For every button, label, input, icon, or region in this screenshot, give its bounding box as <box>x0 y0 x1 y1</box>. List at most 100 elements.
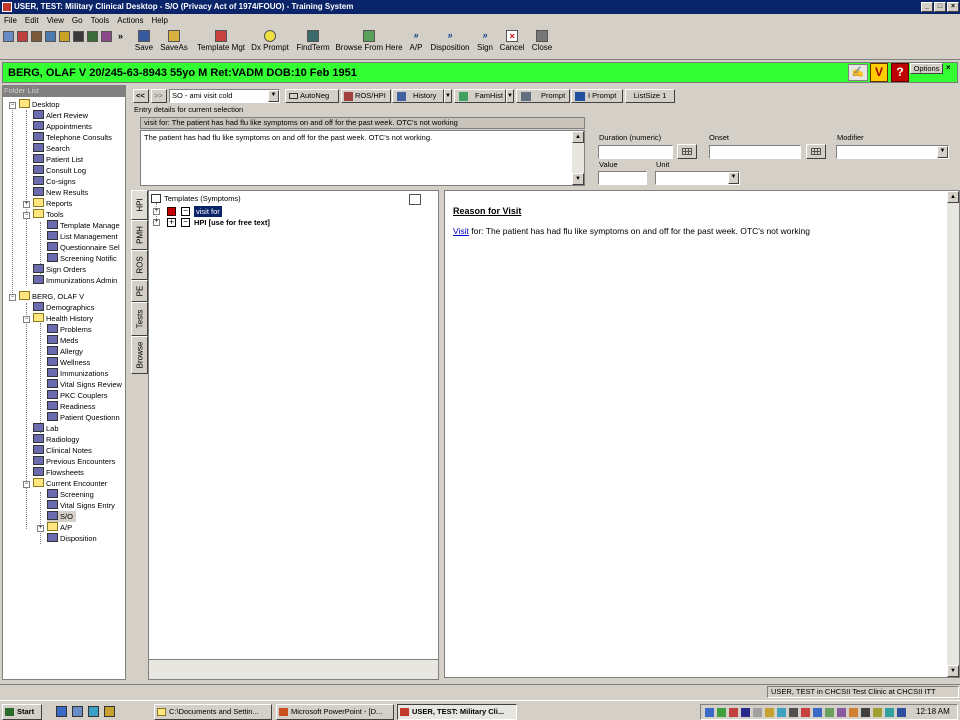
menu-tools[interactable]: Tools <box>87 14 114 28</box>
chevron-more-icon[interactable]: » <box>118 31 123 41</box>
template-item-hpi[interactable]: HPI [use for free text] <box>194 217 270 228</box>
app-icon[interactable] <box>2 2 12 12</box>
template-mgt-button[interactable]: Template Mgt <box>195 30 247 58</box>
start-button[interactable]: Start <box>2 704 42 720</box>
tree-item-search[interactable]: Search <box>33 143 70 154</box>
maximize-button[interactable]: □ <box>934 2 946 12</box>
negative-finding-icon[interactable]: − <box>181 207 190 216</box>
menu-view[interactable]: View <box>43 14 68 28</box>
disposition-button[interactable]: » Disposition <box>430 30 470 58</box>
entry-scrollbar[interactable]: ▲ ▼ <box>572 131 584 185</box>
tree-item-vital-signs-entry[interactable]: Vital Signs Entry <box>47 500 115 511</box>
modifier-select[interactable]: ▼ <box>836 145 949 159</box>
tree-item-questionnaire[interactable]: Questionnaire Sel <box>47 242 120 253</box>
wifi-icon[interactable] <box>885 708 894 717</box>
media-icon[interactable] <box>104 706 115 717</box>
dx-prompt-button[interactable]: Dx Prompt <box>250 30 290 58</box>
tree-item-readiness[interactable]: Readiness <box>47 401 95 412</box>
minimize-button[interactable]: _ <box>921 2 933 12</box>
menu-go[interactable]: Go <box>68 14 87 28</box>
messenger-icon[interactable] <box>837 708 846 717</box>
value-input[interactable] <box>598 171 647 185</box>
tab-ros[interactable]: ROS <box>131 250 148 280</box>
security-icon[interactable] <box>717 708 726 717</box>
tree-item-consult-log[interactable]: Consult Log <box>33 165 86 176</box>
tree-item-problems[interactable]: Problems <box>47 324 92 335</box>
tree-item-appointments[interactable]: Appointments <box>33 121 92 132</box>
menu-edit[interactable]: Edit <box>21 14 43 28</box>
desktop-icon[interactable] <box>3 31 14 42</box>
shield-icon[interactable] <box>741 708 750 717</box>
alert-icon[interactable] <box>17 31 28 42</box>
back-button[interactable]: << <box>133 89 149 103</box>
tree-item-disposition[interactable]: Disposition <box>47 533 97 544</box>
tree-item-allergy[interactable]: Allergy <box>47 346 83 357</box>
browse-from-here-button[interactable]: Browse From Here <box>335 30 403 58</box>
onset-input[interactable] <box>709 145 801 159</box>
chevron-down-icon[interactable]: ▼ <box>728 172 739 184</box>
antivirus-icon[interactable] <box>801 708 810 717</box>
camera-icon[interactable] <box>73 31 84 42</box>
tree-item-current-encounter[interactable]: Current Encounter <box>33 478 107 489</box>
tab-browse[interactable]: Browse <box>131 336 148 374</box>
volume-icon[interactable] <box>765 708 774 717</box>
print-icon[interactable] <box>101 31 112 42</box>
save-button[interactable]: Save <box>133 30 155 58</box>
tree-item-ap[interactable]: A/P <box>47 522 72 533</box>
tree-item-meds[interactable]: Meds <box>47 335 78 346</box>
scroll-up-arrow[interactable]: ▲ <box>947 191 959 203</box>
tree-item-lab[interactable]: Lab <box>33 423 59 434</box>
positive-finding-icon[interactable] <box>167 207 176 216</box>
tree-item-health-history[interactable]: Health History <box>33 313 93 324</box>
clock[interactable]: 12:18 AM <box>916 707 950 716</box>
ap-expand-toggle[interactable]: + <box>37 525 44 532</box>
visit-for-expand-toggle[interactable]: + <box>153 208 160 215</box>
reports-expand-toggle[interactable]: + <box>23 201 30 208</box>
tree-item-immunizations-admin[interactable]: Immunizations Admin <box>33 275 117 286</box>
ros-hpi-button[interactable]: ROS/HPI <box>341 89 391 103</box>
note-scrollbar[interactable]: ▲ ▼ <box>947 191 959 677</box>
tree-item-patient-questionnaire[interactable]: Patient Questionn <box>47 412 120 423</box>
autoneg-button[interactable]: AutoNeg <box>285 89 339 103</box>
task-powerpoint[interactable]: Microsoft PowerPoint - [D... <box>276 704 394 720</box>
tree-item-telephone-consults[interactable]: Telephone Consults <box>33 132 112 143</box>
visit-link[interactable]: Visit <box>453 226 469 236</box>
task-explorer[interactable]: C:\Documents and Settin... <box>154 704 272 720</box>
tree-item-pkc-couplers[interactable]: PKC Couplers <box>47 390 108 401</box>
sign-button[interactable]: » Sign <box>476 30 494 58</box>
printer-icon[interactable] <box>753 708 762 717</box>
desktop-collapse-toggle[interactable]: − <box>9 102 16 109</box>
language-icon[interactable] <box>813 708 822 717</box>
tree-item-screening-notific[interactable]: Screening Notific <box>47 253 117 264</box>
help-question-icon[interactable]: ? <box>891 63 909 82</box>
tree-item-patient[interactable]: BERG, OLAF V <box>19 291 84 302</box>
tree-item-flowsheets[interactable]: Flowsheets <box>33 467 84 478</box>
tree-item-desktop[interactable]: Desktop <box>19 99 60 110</box>
scroll-up-arrow[interactable]: ▲ <box>572 131 584 143</box>
tree-item-immunizations[interactable]: Immunizations <box>47 368 108 379</box>
patient-collapse-toggle[interactable]: − <box>9 294 16 301</box>
templates-root[interactable]: Templates (Symptoms) <box>164 193 241 204</box>
tools-collapse-toggle[interactable]: − <box>23 212 30 219</box>
monitor-icon[interactable] <box>789 708 798 717</box>
forward-button[interactable]: >> <box>151 89 167 103</box>
hpi-expand-toggle[interactable]: + <box>153 219 160 226</box>
tab-pmh[interactable]: PMH <box>131 220 148 250</box>
desktop-icon[interactable] <box>88 706 99 717</box>
tab-hpi[interactable]: HPI <box>131 190 148 220</box>
update-icon[interactable] <box>825 708 834 717</box>
task-clinical-desktop[interactable]: USER, TEST: Military Cli... <box>397 704 517 720</box>
ie-icon[interactable] <box>56 706 67 717</box>
tree-item-vital-signs-review[interactable]: Vital Signs Review <box>47 379 122 390</box>
menu-actions[interactable]: Actions <box>113 14 147 28</box>
tree-item-sign-orders[interactable]: Sign Orders <box>33 264 86 275</box>
onset-grid-button[interactable] <box>806 144 826 159</box>
bluetooth-icon[interactable] <box>897 708 906 717</box>
famhist-button[interactable]: FamHist <box>454 89 506 103</box>
alert-tray-icon[interactable] <box>729 708 738 717</box>
tree-item-clinical-notes[interactable]: Clinical Notes <box>33 445 92 456</box>
unit-select[interactable]: ▼ <box>655 171 740 185</box>
chevron-down-icon[interactable]: ▼ <box>268 90 279 102</box>
tab-tests[interactable]: Tests <box>131 302 148 336</box>
usb-icon[interactable] <box>873 708 882 717</box>
